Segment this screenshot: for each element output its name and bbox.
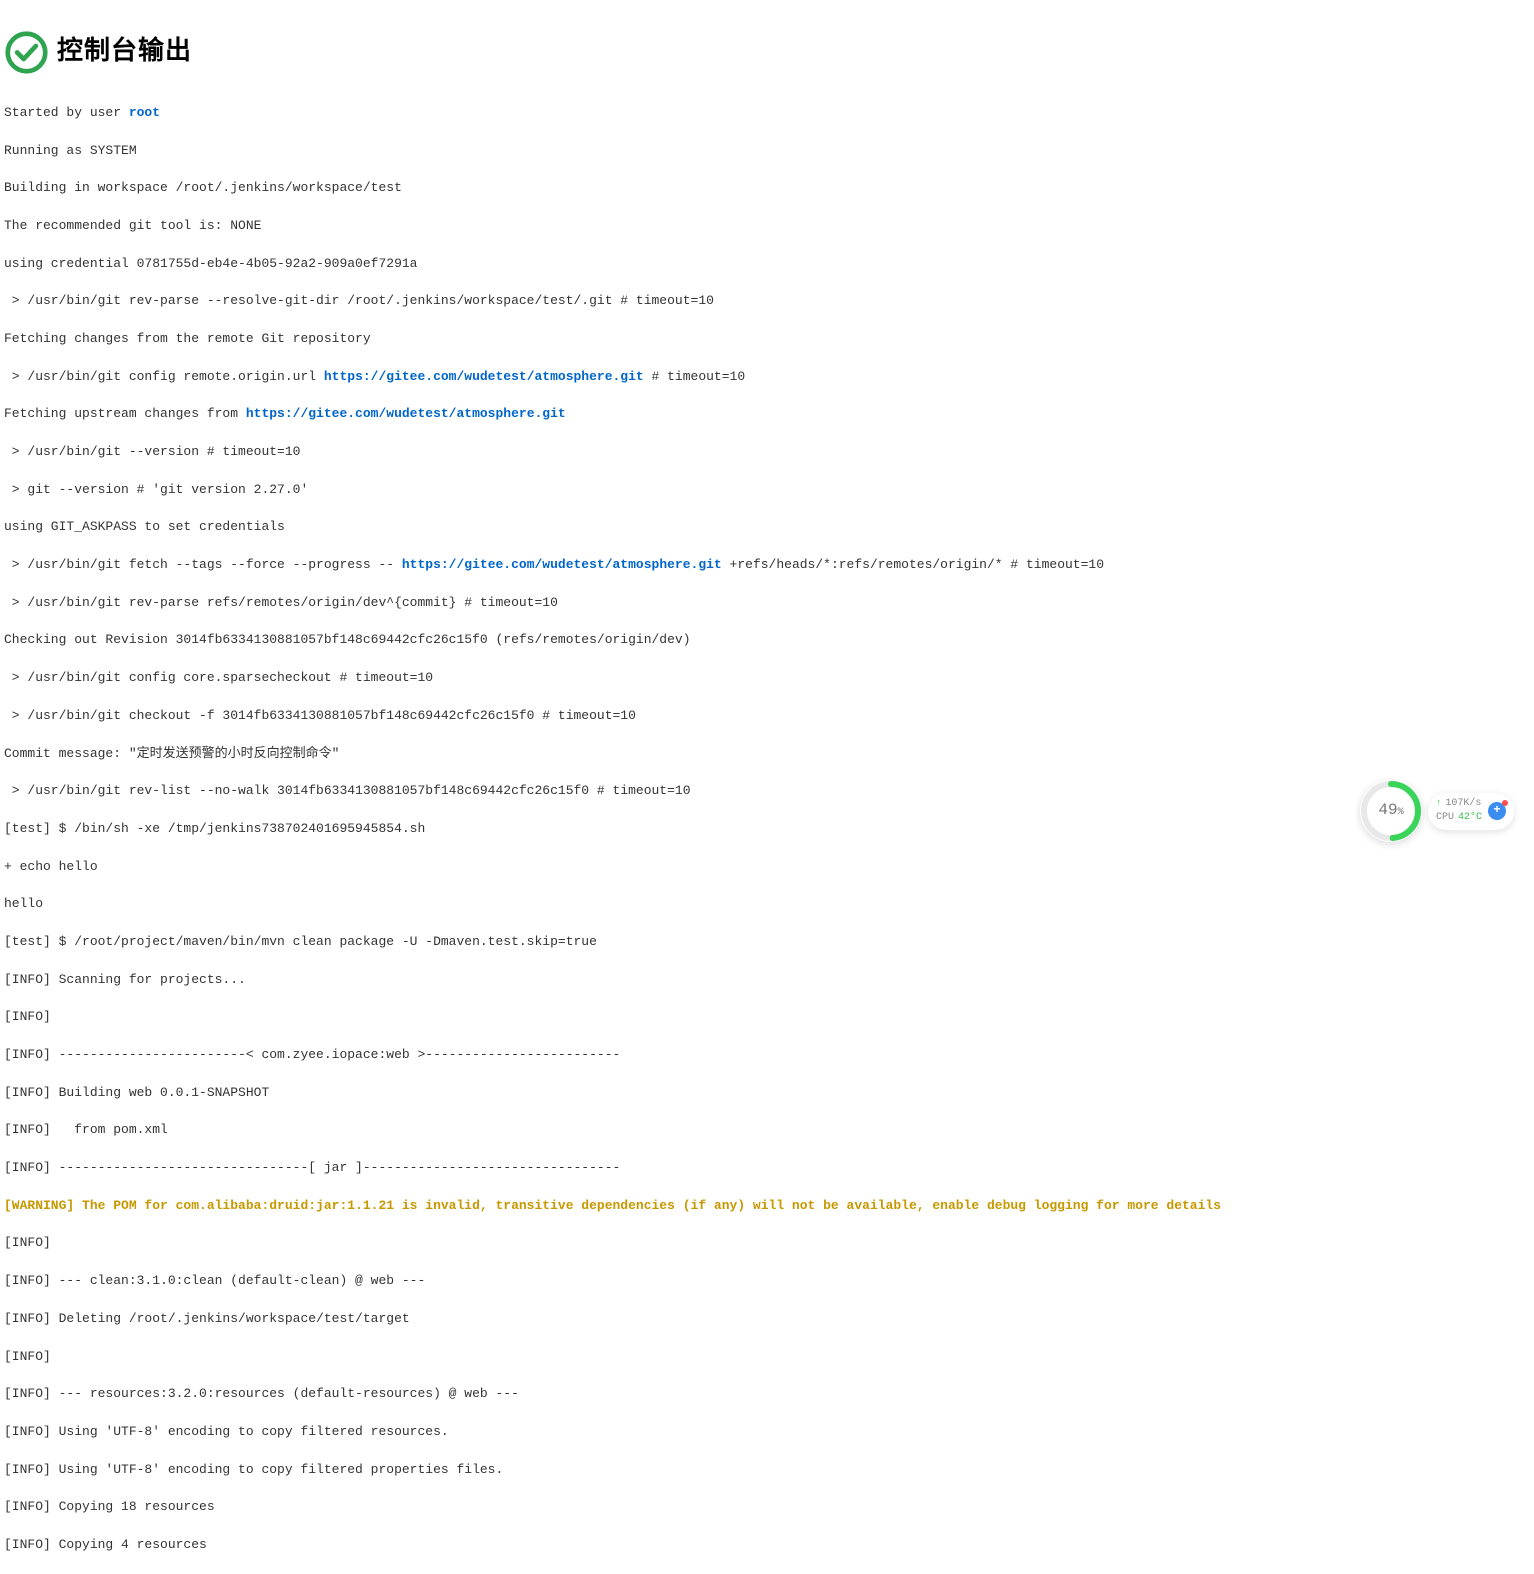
console-line: [test] $ /bin/sh -xe /tmp/jenkins7387024… bbox=[4, 820, 1530, 839]
system-monitor-widget[interactable]: 49% ↑ 107K/s CPU 42°C + bbox=[1360, 780, 1514, 842]
console-line: > /usr/bin/git rev-list --no-walk 3014fb… bbox=[4, 782, 1530, 801]
console-line: Fetching changes from the remote Git rep… bbox=[4, 330, 1530, 349]
repo-link[interactable]: https://gitee.com/wudetest/atmosphere.gi… bbox=[402, 557, 722, 572]
console-line: using credential 0781755d-eb4e-4b05-92a2… bbox=[4, 255, 1530, 274]
console-line: > /usr/bin/git rev-parse refs/remotes/or… bbox=[4, 594, 1530, 613]
console-line: > /usr/bin/git fetch --tags --force --pr… bbox=[4, 556, 1530, 575]
text: Started by user bbox=[4, 105, 129, 120]
console-line: [INFO] ------------------------< com.zye… bbox=[4, 1046, 1530, 1065]
console-line: hello bbox=[4, 895, 1530, 914]
user-link[interactable]: root bbox=[129, 105, 160, 120]
console-line: [INFO] Building web 0.0.1-SNAPSHOT bbox=[4, 1084, 1530, 1103]
repo-link[interactable]: https://gitee.com/wudetest/atmosphere.gi… bbox=[324, 369, 644, 384]
console-line: > /usr/bin/git rev-parse --resolve-git-d… bbox=[4, 292, 1530, 311]
console-line: Building in workspace /root/.jenkins/wor… bbox=[4, 179, 1530, 198]
cpu-usage-circle[interactable]: 49% bbox=[1360, 780, 1422, 842]
console-line: [INFO] --- clean:3.1.0:clean (default-cl… bbox=[4, 1272, 1530, 1291]
console-line: + echo hello bbox=[4, 858, 1530, 877]
console-line: > /usr/bin/git config remote.origin.url … bbox=[4, 368, 1530, 387]
checkmark-circle-icon bbox=[4, 30, 49, 75]
page-title: 控制台输出 bbox=[57, 34, 192, 72]
console-line: [INFO] Deleting /root/.jenkins/workspace… bbox=[4, 1310, 1530, 1329]
console-line: Running as SYSTEM bbox=[4, 142, 1530, 161]
repo-link[interactable]: https://gitee.com/wudetest/atmosphere.gi… bbox=[246, 406, 566, 421]
console-line: Checking out Revision 3014fb633413088105… bbox=[4, 631, 1530, 650]
warning-line: [WARNING] The POM for com.alibaba:druid:… bbox=[4, 1197, 1530, 1216]
console-line: [test] $ /root/project/maven/bin/mvn cle… bbox=[4, 933, 1530, 952]
console-line: [INFO] Using 'UTF-8' encoding to copy fi… bbox=[4, 1461, 1530, 1480]
console-line: Commit message: "定时发送预警的小时反向控制命令" bbox=[4, 745, 1530, 764]
system-info-pill[interactable]: ↑ 107K/s CPU 42°C + bbox=[1428, 793, 1514, 830]
console-line: [INFO] bbox=[4, 1348, 1530, 1367]
percent-unit: % bbox=[1398, 807, 1404, 818]
console-line: [INFO] bbox=[4, 1008, 1530, 1027]
text: > /usr/bin/git config remote.origin.url bbox=[4, 369, 324, 384]
console-line: [INFO] from pom.xml bbox=[4, 1121, 1530, 1140]
console-line: Started by user root bbox=[4, 104, 1530, 123]
upload-speed: 107K/s bbox=[1445, 797, 1481, 812]
console-line: [INFO] Using 'UTF-8' encoding to copy fi… bbox=[4, 1423, 1530, 1442]
arrow-up-icon: ↑ bbox=[1436, 797, 1441, 810]
console-line: > git --version # 'git version 2.27.0' bbox=[4, 481, 1530, 500]
cpu-label: CPU bbox=[1436, 811, 1454, 826]
console-output: Started by user root Running as SYSTEM B… bbox=[0, 85, 1534, 1574]
upload-row: ↑ 107K/s bbox=[1436, 797, 1482, 812]
console-line: [INFO] Scanning for projects... bbox=[4, 971, 1530, 990]
expand-button[interactable]: + bbox=[1488, 802, 1506, 820]
text: # timeout=10 bbox=[644, 369, 745, 384]
console-line: > /usr/bin/git config core.sparsecheckou… bbox=[4, 669, 1530, 688]
text: > /usr/bin/git fetch --tags --force --pr… bbox=[4, 557, 402, 572]
console-line: > /usr/bin/git checkout -f 3014fb6334130… bbox=[4, 707, 1530, 726]
console-line: [INFO] Copying 4 resources bbox=[4, 1536, 1530, 1555]
console-line: > /usr/bin/git --version # timeout=10 bbox=[4, 443, 1530, 462]
console-line: The recommended git tool is: NONE bbox=[4, 217, 1530, 236]
stats: ↑ 107K/s CPU 42°C bbox=[1436, 797, 1482, 826]
console-line: [INFO] bbox=[4, 1234, 1530, 1253]
console-line: Fetching upstream changes from https://g… bbox=[4, 405, 1530, 424]
cpu-percent: 49% bbox=[1378, 799, 1403, 822]
text: +refs/heads/*:refs/remotes/origin/* # ti… bbox=[722, 557, 1104, 572]
console-line: [INFO] --------------------------------[… bbox=[4, 1159, 1530, 1178]
cpu-row: CPU 42°C bbox=[1436, 811, 1482, 826]
console-header: 控制台输出 bbox=[0, 0, 1534, 85]
console-line: using GIT_ASKPASS to set credentials bbox=[4, 518, 1530, 537]
percent-value: 49 bbox=[1378, 801, 1397, 819]
cpu-temp: 42°C bbox=[1458, 811, 1482, 826]
text: Fetching upstream changes from bbox=[4, 406, 246, 421]
console-line: [INFO] Copying 18 resources bbox=[4, 1498, 1530, 1517]
console-line: [INFO] --- resources:3.2.0:resources (de… bbox=[4, 1385, 1530, 1404]
